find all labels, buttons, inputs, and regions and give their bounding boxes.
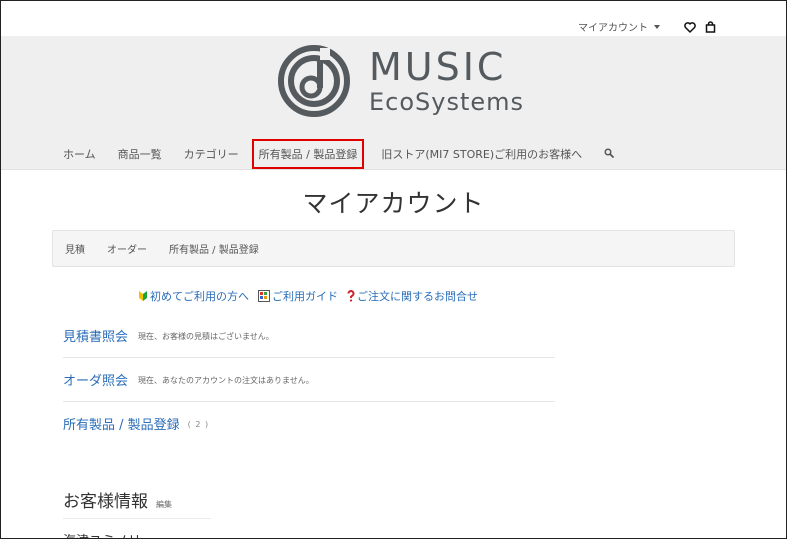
orders-link[interactable]: オーダ照会 — [63, 370, 128, 389]
quotes-link[interactable]: 見積書照会 — [63, 326, 128, 345]
logo-text: MUSIC EcoSystems — [369, 48, 524, 114]
subnav-item-quotes[interactable]: 見積 — [65, 241, 85, 256]
help-link-first-time-label: 初めてご利用の方へ — [150, 290, 249, 303]
nav-item-category[interactable]: カテゴリー — [184, 146, 239, 162]
search-icon[interactable] — [604, 148, 615, 161]
help-link-inquiry[interactable]: ご注文に関するお問合せ — [347, 288, 478, 304]
guide-calendar-icon — [258, 290, 270, 302]
customer-info-title: お客様情報 — [63, 492, 148, 512]
owned-products-link[interactable]: 所有製品 / 製品登録 — [63, 414, 180, 433]
shopping-bag-icon[interactable] — [705, 18, 716, 37]
help-link-inquiry-label: ご注文に関するお問合せ — [357, 290, 478, 303]
heart-icon[interactable] — [684, 18, 696, 37]
logo-line-1: MUSIC — [369, 45, 507, 89]
account-sections: 見積書照会 現在、お客様の見積はございません。 オーダ照会 現在、あなたのアカウ… — [63, 314, 555, 445]
customer-info-edit-link[interactable]: 編集 — [156, 499, 172, 510]
account-dropdown[interactable]: マイアカウント — [578, 19, 660, 34]
nav-item-old-store[interactable]: 旧ストア(MI7 STORE)ご利用のお客様へ — [381, 146, 582, 162]
section-owned-products: 所有製品 / 製品登録 ( 2 ) — [63, 402, 555, 445]
help-links: 初めてご利用の方へ ご利用ガイド ご注文に関するお問合せ — [138, 288, 487, 304]
help-link-guide[interactable]: ご利用ガイド — [258, 288, 338, 304]
owned-products-count: ( 2 ) — [187, 420, 210, 429]
top-icons — [684, 18, 716, 37]
account-subnav: 見積 オーダー 所有製品 / 製品登録 — [52, 230, 735, 267]
subnav-item-owned-products[interactable]: 所有製品 / 製品登録 — [169, 241, 259, 256]
top-utility-bar: マイアカウント — [1, 1, 786, 36]
site-header: MUSIC EcoSystems ホーム 商品一覧 カテゴリー 所有製品 / 製… — [1, 36, 786, 170]
browser-frame: マイアカウント MUSIC EcoSystems ホーム 商品一覧 カテゴリー … — [0, 0, 787, 539]
music-ecosystems-logo-icon — [278, 45, 350, 117]
beginner-mark-icon — [139, 291, 147, 301]
help-link-first-time[interactable]: 初めてご利用の方へ — [138, 288, 249, 304]
help-link-guide-label: ご利用ガイド — [272, 290, 338, 303]
subnav-item-orders[interactable]: オーダー — [107, 241, 147, 256]
site-logo[interactable]: MUSIC EcoSystems — [277, 44, 524, 118]
main-nav: ホーム 商品一覧 カテゴリー 所有製品 / 製品登録 旧ストア(MI7 STOR… — [63, 139, 615, 169]
nav-item-owned-products[interactable]: 所有製品 / 製品登録 — [251, 139, 365, 169]
question-mark-icon — [347, 290, 355, 302]
orders-note: 現在、あなたのアカウントの注文はありません。 — [138, 376, 314, 385]
customer-name: 海津ユミノリ — [63, 530, 141, 538]
section-quotes: 見積書照会 現在、お客様の見積はございません。 — [63, 314, 555, 358]
section-orders: オーダ照会 現在、あなたのアカウントの注文はありません。 — [63, 358, 555, 402]
page-title: マイアカウント — [302, 189, 485, 218]
caret-down-icon — [654, 24, 660, 29]
nav-item-products[interactable]: 商品一覧 — [118, 146, 162, 162]
account-dropdown-label: マイアカウント — [578, 23, 648, 34]
logo-line-2: EcoSystems — [369, 88, 525, 116]
quotes-note: 現在、お客様の見積はございません。 — [138, 332, 274, 341]
nav-item-home[interactable]: ホーム — [63, 146, 96, 162]
customer-info-heading: お客様情報 編集 — [63, 487, 211, 519]
